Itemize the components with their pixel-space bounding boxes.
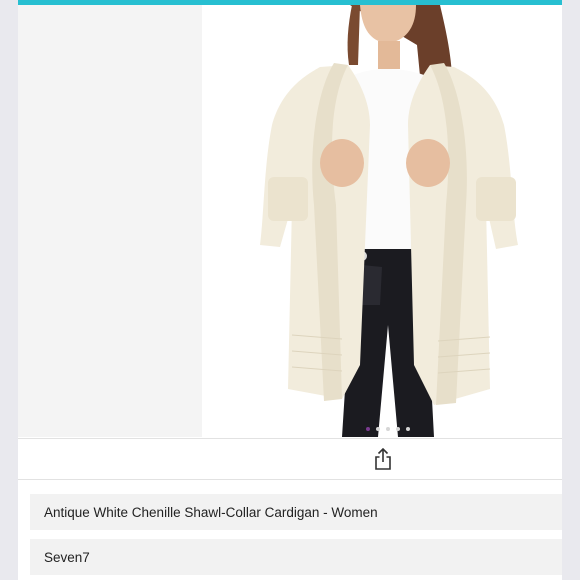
product-photo[interactable] — [202, 5, 562, 437]
product-title-text: Antique White Chenille Shawl-Collar Card… — [44, 504, 378, 520]
share-icon[interactable] — [374, 447, 392, 470]
action-bar — [18, 438, 562, 480]
photo-gallery[interactable] — [18, 5, 562, 437]
product-brand[interactable]: Seven7 — [30, 539, 562, 575]
pagination-dot[interactable] — [386, 427, 390, 431]
pagination-dot[interactable] — [376, 427, 380, 431]
pagination-dot-active[interactable] — [366, 427, 370, 431]
pagination-dot[interactable] — [406, 427, 410, 431]
product-title: Antique White Chenille Shawl-Collar Card… — [30, 494, 562, 530]
pagination-dot[interactable] — [396, 427, 400, 431]
gallery-side-panel — [18, 5, 202, 437]
gallery-pagination[interactable] — [18, 427, 562, 435]
product-brand-text: Seven7 — [44, 549, 90, 565]
